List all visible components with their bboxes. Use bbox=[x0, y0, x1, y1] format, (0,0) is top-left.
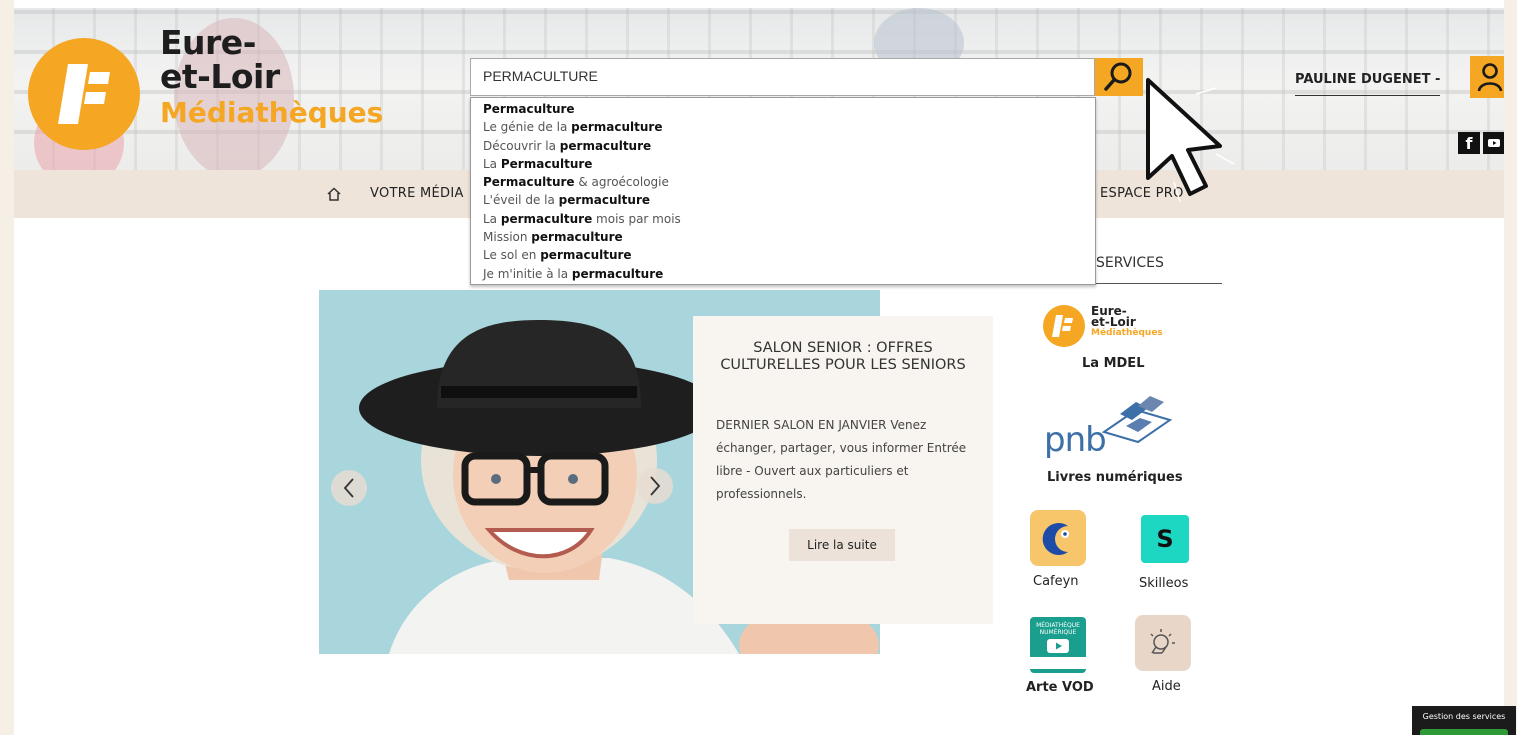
autocomplete-item[interactable]: L'éveil de la permaculture bbox=[471, 191, 1095, 209]
autocomplete-item[interactable]: Le génie de la permaculture bbox=[471, 118, 1095, 136]
autocomplete-item-match: permaculture bbox=[531, 230, 623, 245]
service-label-arte-vod: Arte VOD bbox=[1026, 680, 1094, 695]
autocomplete-item-prefix: Je m'initie à la bbox=[483, 266, 572, 281]
arte-vod-tile-line-1: MÉDIATHÈQUE bbox=[1036, 621, 1080, 629]
autocomplete-item[interactable]: La Permaculture bbox=[471, 155, 1095, 173]
autocomplete-item-match: permaculture bbox=[540, 248, 632, 263]
service-label-pnb: Livres numériques bbox=[1047, 470, 1183, 485]
cookie-manager-label: Gestion des services bbox=[1422, 712, 1506, 721]
autocomplete-item[interactable]: Je m'initie à la permaculture bbox=[471, 265, 1095, 283]
service-label-skilleos: Skilleos bbox=[1139, 576, 1189, 591]
nav-item-votre-mediatheque[interactable]: VOTRE MÉDIA bbox=[370, 186, 464, 201]
play-icon bbox=[1047, 638, 1069, 653]
site-logo[interactable] bbox=[28, 38, 140, 150]
autocomplete-item-match: permaculture bbox=[559, 138, 652, 153]
autocomplete-item[interactable]: Permaculture bbox=[471, 100, 1095, 118]
logo-wordmark[interactable]: Eure- et-Loir Médiathèques bbox=[160, 26, 383, 130]
mdel-logo-icon bbox=[1043, 305, 1085, 347]
service-label-aide: Aide bbox=[1152, 679, 1181, 694]
autocomplete-item[interactable]: Mission permaculture bbox=[471, 228, 1095, 246]
autocomplete-item-prefix: La bbox=[483, 211, 501, 226]
arte-vod-tile: MÉDIATHÈQUE NUMÉRIQUE bbox=[1030, 617, 1086, 673]
read-more-button[interactable]: Lire la suite bbox=[789, 529, 895, 561]
arte-vod-tile-footer bbox=[1030, 656, 1086, 669]
carousel-caption-card: SALON SENIOR : OFFRES CULTURELLES POUR L… bbox=[693, 316, 993, 624]
autocomplete-item-prefix: Le génie de la bbox=[483, 120, 572, 135]
logo-line-2: et-Loir bbox=[160, 57, 280, 96]
autocomplete-item[interactable]: Permaculture & agroécologie bbox=[471, 173, 1095, 191]
autocomplete-item-suffix: & agroécologie bbox=[574, 175, 669, 190]
autocomplete-item[interactable]: La permaculture mois par mois bbox=[471, 210, 1095, 228]
service-label-cafeyn: Cafeyn bbox=[1033, 574, 1079, 589]
autocomplete-item-match: Permaculture bbox=[500, 156, 593, 171]
logo-line-1: Eure- bbox=[160, 23, 256, 62]
user-icon bbox=[1477, 63, 1503, 92]
search-button[interactable] bbox=[1095, 58, 1143, 96]
services-title: SERVICES bbox=[1096, 255, 1164, 271]
autocomplete-item-prefix: La bbox=[483, 156, 501, 171]
autocomplete-item-prefix: L'éveil de la bbox=[483, 193, 559, 208]
user-account-button[interactable] bbox=[1470, 56, 1504, 98]
mdel-wordmark-line-2: et-Loir bbox=[1091, 315, 1136, 329]
autocomplete-item-match: Permaculture bbox=[483, 102, 575, 116]
autocomplete-item[interactable]: Découvrir la permaculture bbox=[471, 137, 1095, 155]
pnb-logo-text: pnb bbox=[1044, 420, 1107, 460]
carousel-prev-button[interactable] bbox=[331, 470, 367, 506]
search-box bbox=[470, 58, 1095, 96]
autocomplete-item-match: Permaculture bbox=[483, 175, 575, 190]
autocomplete-item-prefix: Découvrir la bbox=[483, 138, 560, 153]
arte-vod-tile-line-2: NUMÉRIQUE bbox=[1039, 628, 1077, 636]
autocomplete-item-match: permaculture bbox=[500, 211, 593, 226]
carousel-next-button[interactable] bbox=[637, 468, 673, 504]
carousel-body: DERNIER SALON EN JANVIER Venez échanger,… bbox=[716, 418, 967, 501]
search-autocomplete-list: Permaculture Le génie de la permaculture D… bbox=[470, 97, 1096, 285]
cookie-manager-button[interactable]: Gestion des services bbox=[1412, 706, 1516, 735]
autocomplete-item-prefix: Mission bbox=[483, 230, 532, 245]
mdel-wordmark-line-3: Médiathèques bbox=[1091, 328, 1163, 338]
mdel-wordmark: Eure- et-Loir Médiathèques bbox=[1091, 305, 1163, 339]
chevron-left-icon bbox=[343, 478, 354, 498]
facebook-icon[interactable]: f bbox=[1458, 132, 1480, 154]
search-icon bbox=[1104, 62, 1132, 91]
lightbulb-icon bbox=[1150, 629, 1175, 654]
skilleos-tile: S bbox=[1141, 515, 1189, 563]
home-icon[interactable] bbox=[326, 186, 342, 202]
skilleos-icon: S bbox=[1156, 525, 1174, 553]
autocomplete-item-match: permaculture bbox=[558, 193, 651, 208]
aide-tile bbox=[1135, 615, 1191, 671]
cookie-manager-bar bbox=[1420, 729, 1508, 735]
youtube-link[interactable] bbox=[1483, 132, 1504, 154]
autocomplete-item-suffix: mois par mois bbox=[592, 211, 681, 226]
mouse-cursor-icon bbox=[1146, 64, 1235, 203]
autocomplete-item-prefix: Le sol en bbox=[483, 248, 541, 263]
logo-mark-icon bbox=[58, 64, 110, 124]
page: Eure- et-Loir Médiathèques PAULINE DUGEN… bbox=[14, 0, 1516, 735]
autocomplete-item[interactable]: Le sol en permaculture bbox=[471, 246, 1095, 264]
chevron-right-icon bbox=[650, 476, 661, 496]
carousel-title[interactable]: SALON SENIOR : OFFRES CULTURELLES POUR L… bbox=[717, 340, 969, 374]
autocomplete-item-match: permaculture bbox=[571, 266, 664, 281]
cafeyn-icon bbox=[1042, 523, 1069, 555]
cafeyn-tile bbox=[1030, 510, 1086, 566]
search-input[interactable] bbox=[471, 59, 1095, 93]
user-account-link[interactable]: PAULINE DUGENET - bbox=[1295, 72, 1441, 96]
logo-line-3: Médiathèques bbox=[160, 96, 384, 129]
service-label-mdel: La MDEL bbox=[1082, 356, 1145, 371]
autocomplete-item-match: permaculture bbox=[571, 120, 663, 135]
youtube-icon bbox=[1488, 139, 1500, 147]
